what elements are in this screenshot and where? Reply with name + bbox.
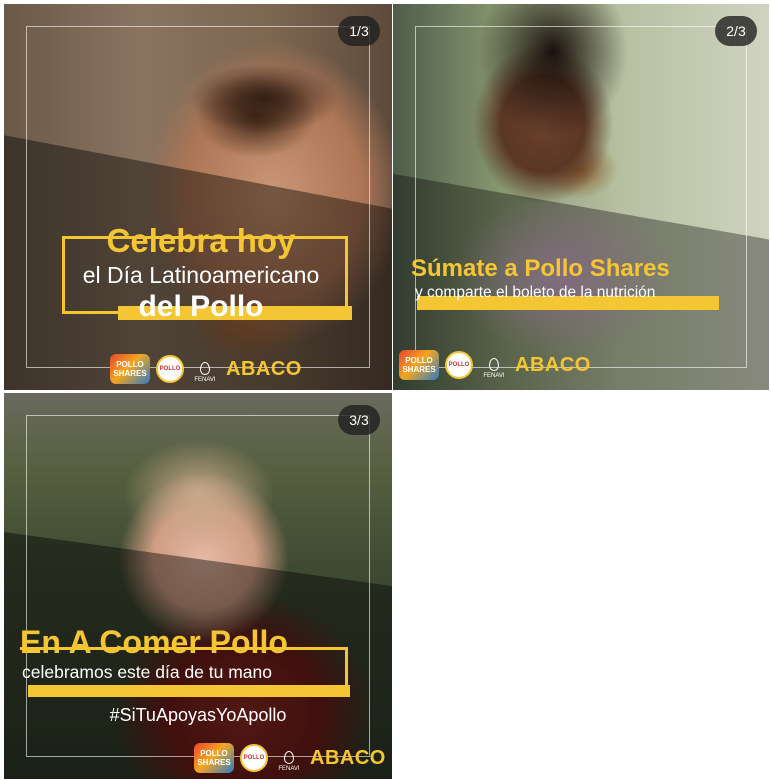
slide-counter: 2/3	[715, 16, 757, 46]
sponsor-logos: POLLO SHARES POLLO FENAVI ABACO	[194, 743, 386, 773]
pollo-shares-logo: POLLO SHARES	[110, 354, 150, 384]
headline-line-1: En A Comer Pollo	[20, 624, 288, 660]
fenavi-logo: FENAVI	[274, 744, 304, 772]
pollo-shares-logo: POLLO SHARES	[194, 743, 234, 773]
pollo-logo: POLLO	[156, 355, 184, 383]
headline-line-2: y comparte el boleto de la nutrición	[415, 284, 656, 301]
fenavi-label: FENAVI	[278, 766, 300, 772]
carousel-slide-1[interactable]: 1/3 Celebra hoy el Día Latinoamericano d…	[4, 4, 392, 390]
slide-counter: 3/3	[338, 405, 380, 435]
egg-icon	[284, 751, 294, 764]
headline-line-2: celebramos este día de tu mano	[22, 662, 273, 682]
headline-line-1: Súmate a Pollo Shares	[411, 255, 670, 282]
hashtag-text: #SiTuApoyasYoApollo	[109, 705, 287, 725]
pollo-shares-logo: POLLO SHARES	[399, 350, 439, 380]
pollo-logo: POLLO	[240, 744, 268, 772]
abaco-logo: ABACO	[515, 353, 591, 376]
headline-block: En A Comer Pollo celebramos este día de …	[20, 623, 360, 683]
abaco-logo: ABACO	[310, 746, 386, 769]
white-frame-border	[415, 26, 747, 368]
egg-icon	[200, 362, 210, 375]
headline-block: Súmate a Pollo Shares y comparte el bole…	[411, 254, 731, 303]
headline-line-1: Celebra hoy	[106, 222, 296, 259]
headline-line-3: del Pollo	[138, 290, 264, 323]
fenavi-label: FENAVI	[194, 377, 216, 383]
fenavi-label: FENAVI	[483, 373, 505, 379]
abaco-logo: ABACO	[226, 357, 302, 380]
pollo-logo: POLLO	[445, 351, 473, 379]
sponsor-logos: POLLO SHARES POLLO FENAVI ABACO	[399, 350, 591, 380]
carousel-slide-2[interactable]: 2/3 Súmate a Pollo Shares y comparte el …	[393, 4, 769, 390]
fenavi-logo: FENAVI	[190, 355, 220, 383]
egg-icon	[489, 358, 499, 371]
carousel-slide-3[interactable]: 3/3 En A Comer Pollo celebramos este día…	[4, 393, 392, 779]
headline-yellow-bar	[28, 685, 350, 697]
slide-counter: 1/3	[338, 16, 380, 46]
headline-line-2: el Día Latinoamericano	[82, 262, 320, 288]
sponsor-logos: POLLO SHARES POLLO FENAVI ABACO	[110, 354, 302, 384]
headline-block: Celebra hoy el Día Latinoamericano del P…	[36, 222, 366, 324]
fenavi-logo: FENAVI	[479, 351, 509, 379]
